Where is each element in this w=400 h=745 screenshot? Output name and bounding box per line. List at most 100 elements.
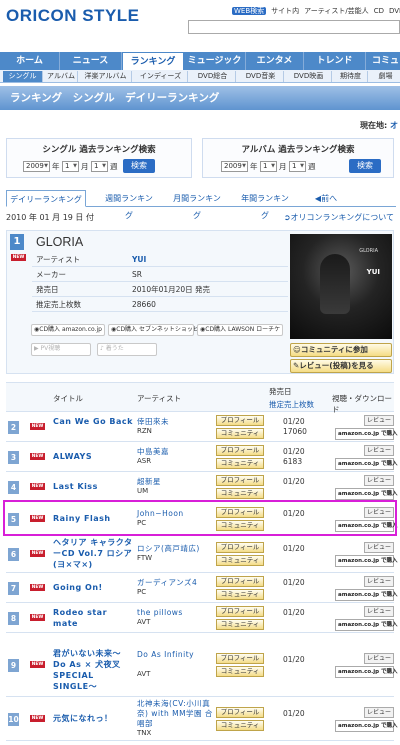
tab-yearly-ranking[interactable]: 年間ランキング	[238, 190, 292, 220]
subtab-single[interactable]: シングル	[3, 71, 43, 82]
cd-search-link[interactable]: CD	[374, 7, 384, 15]
community-button[interactable]: コミュニティ	[216, 428, 264, 439]
song-title-link[interactable]: Going On!	[53, 582, 133, 593]
subtab-expectation[interactable]: 期待度	[334, 71, 368, 82]
subtab-dvd-music[interactable]: DVD音楽	[238, 71, 284, 82]
amazon-buy-button[interactable]: amazon.co.jp で購入	[335, 428, 398, 440]
tab-weekly-ranking[interactable]: 週間ランキング	[102, 190, 156, 220]
song-title-link[interactable]: 君がいない未来〜Do As × 犬夜叉 SPECIAL SINGLE〜	[53, 648, 133, 692]
about-oricon-ranking-link[interactable]: ➲オリコンランキングについて	[284, 212, 394, 223]
artist-link[interactable]: 北神未海(CV:小川真奈) with MM学園 合唱部	[137, 699, 217, 729]
featured-artist-link[interactable]: YUI	[132, 252, 146, 267]
community-button[interactable]: コミュニティ	[216, 555, 264, 566]
community-button[interactable]: コミュニティ	[216, 720, 264, 731]
album-month-select[interactable]: 1	[260, 161, 277, 172]
song-title-link[interactable]: Can We Go Back	[53, 416, 133, 427]
profile-button[interactable]: プロフィール	[216, 542, 264, 553]
review-button[interactable]: レビュー	[364, 606, 394, 617]
amazon-buy-button[interactable]: amazon.co.jp で購入	[335, 488, 398, 500]
artist-link[interactable]: the pillows	[137, 608, 217, 618]
ringtone-button[interactable]: ♪ 着うた	[97, 343, 157, 356]
amazon-buy-button[interactable]: amazon.co.jp で購入	[335, 458, 398, 470]
oricon-style-logo[interactable]: ORICON STYLE	[6, 6, 140, 26]
amazon-buy-button[interactable]: amazon.co.jp で購入	[335, 666, 398, 678]
artist-link[interactable]: 倖田來未	[137, 417, 217, 427]
profile-button[interactable]: プロフィール	[216, 606, 264, 617]
amazon-buy-button[interactable]: amazon.co.jp で購入	[335, 520, 398, 532]
artist-link[interactable]: John−Hoon	[137, 509, 217, 519]
buy-cd-lawson-button[interactable]: ◉CD購入 LAWSON ローチケ	[197, 324, 283, 336]
artist-link[interactable]: Do As Infinity	[137, 650, 217, 660]
profile-button[interactable]: プロフィール	[216, 507, 264, 518]
buy-cd-7net-button[interactable]: ◉CD購入 セブンネットショッピング	[108, 324, 211, 336]
amazon-buy-button[interactable]: amazon.co.jp で購入	[335, 589, 398, 601]
amazon-buy-button[interactable]: amazon.co.jp で購入	[335, 555, 398, 567]
web-search-label[interactable]: WEB検索	[232, 7, 267, 15]
album-week-select[interactable]: 1	[289, 161, 306, 172]
tab-previous[interactable]: ◀前へ	[306, 190, 346, 207]
artist-search-link[interactable]: アーティスト/芸能人	[304, 7, 369, 15]
nav-tab-trend[interactable]: トレンド	[304, 52, 366, 70]
song-title-link[interactable]: 元気になれっ！	[53, 713, 133, 724]
nav-tab-home[interactable]: ホーム	[0, 52, 60, 70]
nav-tab-music[interactable]: ミュージック	[184, 52, 246, 70]
profile-button[interactable]: プロフィール	[216, 653, 264, 664]
dvd-search-link[interactable]: DVD	[389, 7, 400, 15]
subtab-album[interactable]: アルバム	[45, 71, 78, 82]
song-title-link[interactable]: Last Kiss	[53, 481, 133, 492]
review-button[interactable]: レビュー	[364, 507, 394, 518]
song-title-link[interactable]: ヘタリア キャラクターCD Vol.7 ロシア(ヨ×マ×)	[53, 537, 133, 570]
profile-button[interactable]: プロフィール	[216, 445, 264, 456]
site-search-link[interactable]: サイト内	[271, 7, 299, 15]
subtab-dvd-movie[interactable]: DVD映画	[286, 71, 332, 82]
community-button[interactable]: コミュニティ	[216, 458, 264, 469]
song-title-link[interactable]: Rodeo star mate	[53, 607, 133, 629]
profile-button[interactable]: プロフィール	[216, 576, 264, 587]
nav-tab-community[interactable]: コミュ	[366, 52, 400, 70]
nav-tab-entame[interactable]: エンタメ	[246, 52, 304, 70]
breadcrumb-link[interactable]: オ	[390, 121, 398, 130]
subtab-western-album[interactable]: 洋楽アルバム	[80, 71, 132, 82]
review-button[interactable]: レビュー	[364, 542, 394, 553]
album-year-select[interactable]: 2009	[221, 161, 248, 172]
profile-button[interactable]: プロフィール	[216, 707, 264, 718]
artist-link[interactable]: ガーディアンズ4	[137, 578, 217, 588]
profile-button[interactable]: プロフィール	[216, 415, 264, 426]
album-jacket-image[interactable]: GLORIA YUI	[290, 234, 392, 339]
featured-title[interactable]: GLORIA	[36, 235, 83, 249]
community-button[interactable]: コミュニティ	[216, 520, 264, 531]
community-button[interactable]: コミュニティ	[216, 589, 264, 600]
amazon-buy-button[interactable]: amazon.co.jp で購入	[335, 619, 398, 631]
single-search-button[interactable]: 検索	[123, 159, 155, 173]
artist-link[interactable]: 超新星	[137, 477, 217, 487]
single-year-select[interactable]: 2009	[23, 161, 50, 172]
review-button[interactable]: レビュー	[364, 475, 394, 486]
artist-link[interactable]: ロシア(高戸靖広)	[137, 544, 217, 554]
community-button[interactable]: コミュニティ	[216, 619, 264, 630]
review-button[interactable]: レビュー	[364, 576, 394, 587]
view-reviews-button[interactable]: ✎レビュー(投稿)を見る	[290, 359, 392, 373]
review-button[interactable]: レビュー	[364, 653, 394, 664]
review-button[interactable]: レビュー	[364, 415, 394, 426]
buy-cd-amazon-button[interactable]: ◉CD購入 amazon.co.jp	[31, 324, 105, 336]
album-search-button[interactable]: 検索	[349, 159, 381, 173]
subtab-theater[interactable]: 劇場	[370, 71, 400, 82]
song-title-link[interactable]: ALWAYS	[53, 451, 133, 462]
tab-daily-ranking[interactable]: デイリーランキング	[6, 190, 86, 207]
nav-tab-ranking[interactable]: ランキング	[122, 52, 184, 70]
community-button[interactable]: コミュニティ	[216, 488, 264, 499]
review-button[interactable]: レビュー	[364, 707, 394, 718]
nav-tab-news[interactable]: ニュース	[60, 52, 122, 70]
artist-link[interactable]: 中島美嘉	[137, 447, 217, 457]
amazon-buy-button[interactable]: amazon.co.jp で購入	[335, 720, 398, 732]
profile-button[interactable]: プロフィール	[216, 475, 264, 486]
community-button[interactable]: コミュニティ	[216, 666, 264, 677]
pv-view-button[interactable]: ▶ PV視聴	[31, 343, 91, 356]
site-search-input[interactable]	[188, 20, 400, 34]
review-button[interactable]: レビュー	[364, 445, 394, 456]
single-month-select[interactable]: 1	[62, 161, 79, 172]
col-sales-sort-link[interactable]: 推定売上枚数	[269, 399, 314, 410]
subtab-indies[interactable]: インディーズ	[134, 71, 188, 82]
subtab-dvd-total[interactable]: DVD総合	[190, 71, 236, 82]
tab-monthly-ranking[interactable]: 月間ランキング	[170, 190, 224, 220]
